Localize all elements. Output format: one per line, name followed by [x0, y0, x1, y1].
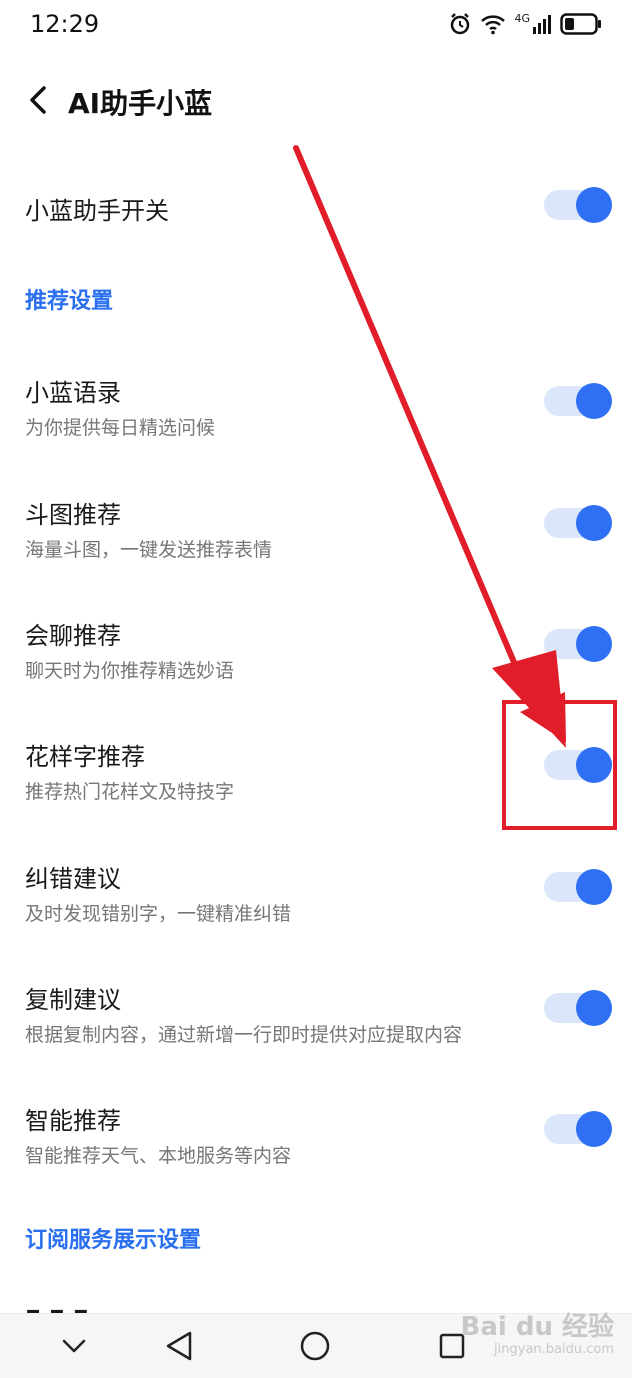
annotation-highlight-box — [502, 700, 617, 830]
setting-title: 小蓝助手开关 — [25, 197, 169, 225]
section-header-recommend: 推荐设置 — [25, 289, 114, 314]
alarm-icon — [448, 12, 472, 36]
quotes-toggle[interactable] — [544, 381, 612, 419]
back-button[interactable] — [18, 78, 58, 122]
main-switch-toggle[interactable] — [544, 185, 612, 223]
setting-title: 会聊推荐 — [25, 622, 121, 650]
smart-toggle[interactable] — [544, 1109, 612, 1147]
setting-row-sticker[interactable]: 斗图推荐 海量斗图，一键发送推荐表情 — [0, 482, 632, 582]
setting-row-quotes[interactable]: 小蓝语录 为你提供每日精选问候 — [0, 360, 632, 460]
correction-toggle[interactable] — [544, 867, 612, 905]
setting-title: 智能推荐 — [25, 1107, 121, 1135]
app-header: AI助手小蓝 — [0, 70, 632, 130]
setting-subtitle: 聊天时为你推荐精选妙语 — [25, 660, 235, 682]
toggle-thumb — [576, 383, 612, 419]
nav-collapse-button[interactable] — [52, 1324, 96, 1368]
setting-title: 纠错建议 — [25, 865, 121, 893]
sticker-toggle[interactable] — [544, 503, 612, 541]
setting-subtitle: 智能推荐天气、本地服务等内容 — [25, 1145, 292, 1167]
chat-toggle[interactable] — [544, 624, 612, 662]
setting-title: 斗图推荐 — [25, 501, 121, 529]
setting-title: 小蓝语录 — [25, 379, 121, 407]
chevron-down-icon — [62, 1339, 86, 1353]
copy-toggle[interactable] — [544, 988, 612, 1026]
watermark: Bai du 经验 jingyan.baidu.com — [461, 1312, 615, 1358]
page-title: AI助手小蓝 — [68, 87, 213, 120]
chevron-left-icon — [30, 86, 46, 114]
setting-subtitle: 为你提供每日精选问候 — [25, 417, 216, 439]
setting-row-chat[interactable]: 会聊推荐 聊天时为你推荐精选妙语 — [0, 603, 632, 703]
home-circle-icon — [300, 1331, 330, 1361]
watermark-url: jingyan.baidu.com — [494, 1342, 614, 1357]
status-bar: 12:29 4G — [0, 0, 632, 50]
toggle-thumb — [576, 869, 612, 905]
setting-row-main-switch[interactable]: 小蓝助手开关 — [0, 170, 632, 250]
status-time: 12:29 — [30, 10, 100, 38]
setting-title: 花样字推荐 — [25, 743, 145, 771]
toggle-thumb — [576, 990, 612, 1026]
toggle-thumb — [576, 505, 612, 541]
setting-row-correction[interactable]: 纠错建议 及时发现错别字，一键精准纠错 — [0, 846, 632, 946]
nav-home-button[interactable] — [293, 1324, 337, 1368]
toggle-thumb — [576, 187, 612, 223]
partial-next-row[interactable]: ▪ ▪ ▪ — [25, 1300, 135, 1314]
setting-subtitle: 及时发现错别字，一键精准纠错 — [25, 903, 292, 925]
battery-icon — [560, 12, 602, 36]
watermark-logo: Bai du 经验 — [460, 1312, 615, 1342]
setting-row-smart[interactable]: 智能推荐 智能推荐天气、本地服务等内容 — [0, 1088, 632, 1188]
setting-row-copy[interactable]: 复制建议 根据复制内容，通过新增一行即时提供对应提取内容 — [0, 967, 632, 1067]
status-icons: 4G — [448, 10, 602, 38]
section-header-subscription: 订阅服务展示设置 — [25, 1228, 202, 1253]
signal-icon — [532, 13, 552, 35]
nav-back-button[interactable] — [157, 1324, 201, 1368]
toggle-thumb — [576, 1111, 612, 1147]
setting-subtitle: 海量斗图，一键发送推荐表情 — [25, 539, 273, 561]
setting-subtitle: 根据复制内容，通过新增一行即时提供对应提取内容 — [25, 1024, 463, 1046]
setting-title: 复制建议 — [25, 986, 121, 1014]
back-triangle-icon — [166, 1331, 192, 1361]
toggle-thumb — [576, 626, 612, 662]
network-type-label: 4G — [514, 11, 530, 25]
setting-subtitle: 推荐热门花样文及特技字 — [25, 781, 235, 803]
wifi-icon — [480, 13, 506, 35]
